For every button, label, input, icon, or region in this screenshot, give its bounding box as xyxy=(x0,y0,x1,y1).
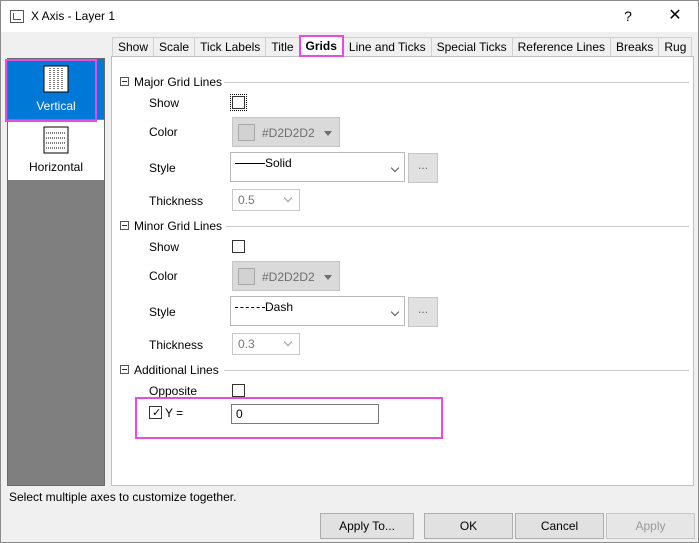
major-color-value: #D2D2D2 xyxy=(262,126,315,140)
ok-button[interactable]: OK xyxy=(424,513,513,539)
minor-show-checkbox[interactable] xyxy=(232,240,245,253)
major-show-checkbox[interactable] xyxy=(230,94,247,111)
cancel-button[interactable]: Cancel xyxy=(515,513,604,539)
major-style-value: Solid xyxy=(265,156,292,170)
minor-style-more-button[interactable]: ... xyxy=(408,297,438,327)
tab-show[interactable]: Show xyxy=(112,37,155,57)
close-button[interactable]: ✕ xyxy=(652,3,698,31)
collapse-icon[interactable] xyxy=(120,221,129,230)
help-button[interactable]: ? xyxy=(605,3,651,31)
dialog-window: X Axis - Layer 1 ? ✕ Vertical Horizontal… xyxy=(0,0,699,543)
tab-reference-lines[interactable]: Reference Lines xyxy=(511,37,612,57)
minor-style-dropdown[interactable]: Dash xyxy=(230,296,405,326)
axis-selector-panel: Vertical Horizontal xyxy=(7,58,105,486)
tab-tick-labels[interactable]: Tick Labels xyxy=(194,37,267,57)
solid-line-icon xyxy=(235,163,265,164)
y-equals-label: Y = xyxy=(165,406,184,420)
chevron-down-icon xyxy=(390,163,400,173)
minor-style-label: Style xyxy=(149,305,176,319)
major-thickness-value: 0.5 xyxy=(238,193,255,207)
section-divider xyxy=(224,82,689,83)
chevron-down-icon xyxy=(390,307,400,317)
color-swatch xyxy=(238,268,255,285)
minor-color-label: Color xyxy=(149,269,178,283)
axis-item-vertical[interactable]: Vertical xyxy=(8,59,104,119)
minor-thickness-dropdown[interactable]: 0.3 xyxy=(232,333,300,355)
minor-show-label: Show xyxy=(149,240,180,254)
tab-scale[interactable]: Scale xyxy=(153,37,196,57)
major-color-dropdown[interactable]: #D2D2D2 xyxy=(232,117,340,147)
tab-grids[interactable]: Grids xyxy=(298,35,344,57)
apply-to-button[interactable]: Apply To... xyxy=(320,513,414,539)
axis-dialog-icon xyxy=(10,10,24,23)
axis-item-horizontal[interactable]: Horizontal xyxy=(8,120,104,180)
section-divider xyxy=(224,370,689,371)
dash-line-icon xyxy=(235,307,265,308)
checkmark-icon: ✓ xyxy=(152,407,162,419)
chevron-down-icon xyxy=(283,337,293,347)
minor-color-value: #D2D2D2 xyxy=(262,270,315,284)
grids-panel: Major Grid Lines Show Color #D2D2D2 Styl… xyxy=(111,56,694,486)
tab-bar: Show Scale Tick Labels Title Grids Line … xyxy=(112,35,693,57)
axis-label-vertical: Vertical xyxy=(36,99,76,113)
vertical-grid-icon xyxy=(43,65,69,93)
apply-button[interactable]: Apply xyxy=(606,513,695,539)
major-style-dropdown[interactable]: Solid xyxy=(230,152,405,182)
major-style-label: Style xyxy=(149,161,176,175)
collapse-icon[interactable] xyxy=(120,365,129,374)
major-grid-section-header[interactable]: Major Grid Lines xyxy=(120,75,222,89)
axis-label-horizontal: Horizontal xyxy=(28,160,84,174)
dropdown-arrow-icon xyxy=(324,275,332,280)
opposite-checkbox[interactable] xyxy=(232,384,245,397)
horizontal-grid-icon xyxy=(43,126,69,154)
chevron-down-icon xyxy=(283,193,293,203)
minor-color-dropdown[interactable]: #D2D2D2 xyxy=(232,261,340,291)
tab-line-and-ticks[interactable]: Line and Ticks xyxy=(342,37,432,57)
tab-title[interactable]: Title xyxy=(265,37,300,57)
y-value-input[interactable]: 0 xyxy=(231,404,379,424)
status-text: Select multiple axes to customize togeth… xyxy=(9,490,237,504)
additional-lines-section-header[interactable]: Additional Lines xyxy=(120,363,219,377)
minor-style-value: Dash xyxy=(265,300,294,314)
color-swatch xyxy=(238,124,255,141)
collapse-icon[interactable] xyxy=(120,77,129,86)
y-line-checkbox[interactable]: ✓ xyxy=(149,406,162,419)
minor-grid-heading: Minor Grid Lines xyxy=(134,219,223,233)
minor-grid-section-header[interactable]: Minor Grid Lines xyxy=(120,219,222,233)
major-color-label: Color xyxy=(149,125,178,139)
major-thickness-dropdown[interactable]: 0.5 xyxy=(232,189,300,211)
title-bar: X Axis - Layer 1 ? ✕ xyxy=(1,1,698,32)
opposite-label: Opposite xyxy=(149,384,198,398)
major-show-label: Show xyxy=(149,96,180,110)
minor-thickness-label: Thickness xyxy=(149,338,204,352)
tab-breaks[interactable]: Breaks xyxy=(610,37,660,57)
tab-special-ticks[interactable]: Special Ticks xyxy=(430,37,513,57)
section-divider xyxy=(226,226,689,227)
major-style-more-button[interactable]: ... xyxy=(408,153,438,183)
major-thickness-label: Thickness xyxy=(149,194,204,208)
dropdown-arrow-icon xyxy=(324,131,332,136)
window-title: X Axis - Layer 1 xyxy=(31,9,116,23)
major-grid-heading: Major Grid Lines xyxy=(134,75,223,89)
minor-thickness-value: 0.3 xyxy=(238,337,255,351)
additional-lines-heading: Additional Lines xyxy=(134,363,219,377)
tab-rug[interactable]: Rug xyxy=(658,37,693,57)
